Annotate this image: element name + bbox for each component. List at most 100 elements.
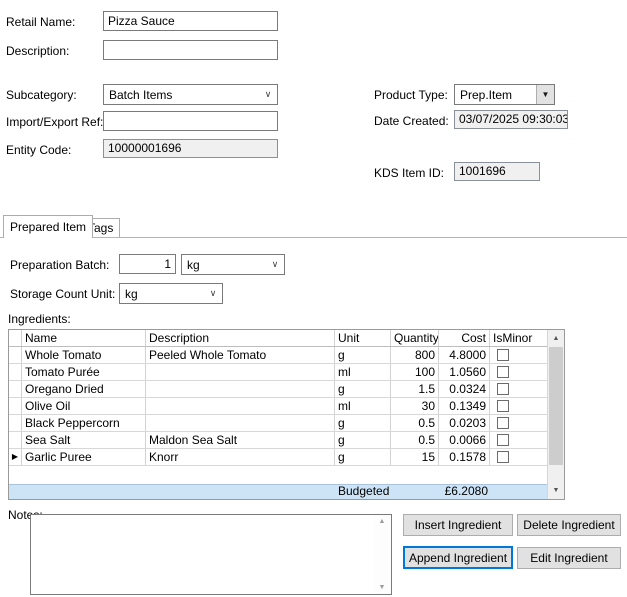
cell-description bbox=[146, 364, 335, 380]
ingredients-rows: Whole TomatoPeeled Whole Tomato g 8004.800… bbox=[9, 347, 547, 466]
entity-code-value: 10000001696 bbox=[103, 139, 278, 158]
row-selector bbox=[9, 364, 22, 380]
cell-cost: 0.0066 bbox=[439, 432, 490, 448]
scroll-up-icon[interactable]: ▲ bbox=[374, 518, 390, 525]
kds-item-id-value: 1001696 bbox=[454, 162, 540, 181]
subcategory-select[interactable]: Batch Items ∨ bbox=[103, 84, 278, 105]
dropdown-arrow-icon: ▼ bbox=[536, 85, 554, 104]
column-header-quantity[interactable]: Quantity bbox=[391, 330, 439, 346]
chevron-down-icon: ∨ bbox=[204, 288, 222, 299]
cell-unit: g bbox=[335, 415, 391, 431]
storage-count-unit-value: kg bbox=[120, 287, 204, 301]
cell-name: Garlic Puree bbox=[22, 449, 146, 465]
column-header-name[interactable]: Name bbox=[22, 330, 146, 346]
cell-cost: 0.1349 bbox=[439, 398, 490, 414]
budgeted-row: Budgeted £6.2080 bbox=[9, 484, 549, 499]
product-type-select[interactable]: Prep.Item ▼ bbox=[454, 84, 555, 105]
cell-cost: 4.8000 bbox=[439, 347, 490, 363]
budgeted-label: Budgeted bbox=[335, 485, 439, 499]
notes-scrollbar[interactable]: ▲ ▼ bbox=[374, 515, 391, 594]
isminor-checkbox[interactable] bbox=[497, 349, 509, 361]
cell-isminor bbox=[490, 432, 547, 448]
budgeted-total: £6.2080 bbox=[439, 485, 490, 499]
table-row[interactable]: Oregano Driedg1.50.0324 bbox=[9, 381, 547, 398]
date-created-value: 03/07/2025 09:30:03 bbox=[454, 110, 568, 129]
cell-isminor bbox=[490, 364, 547, 380]
entity-code-label: Entity Code: bbox=[6, 143, 71, 157]
tab-strip-divider bbox=[0, 237, 627, 238]
isminor-checkbox[interactable] bbox=[497, 400, 509, 412]
preparation-batch-input[interactable] bbox=[119, 254, 176, 274]
row-selector bbox=[9, 381, 22, 397]
table-row[interactable]: Tomato Puréeml1001.0560 bbox=[9, 364, 547, 381]
row-selector: ▶ bbox=[9, 449, 22, 465]
cell-description: Peeled Whole Tomato bbox=[146, 347, 335, 363]
cell-unit: ml bbox=[335, 398, 391, 414]
cell-isminor bbox=[490, 415, 547, 431]
ingredients-scrollbar[interactable]: ▲ ▼ bbox=[547, 330, 564, 499]
cell-description bbox=[146, 398, 335, 414]
column-header-description[interactable]: Description bbox=[146, 330, 335, 346]
notes-box: ▲ ▼ bbox=[30, 514, 392, 595]
cell-name: Sea Salt bbox=[22, 432, 146, 448]
cell-description bbox=[146, 415, 335, 431]
description-input[interactable] bbox=[103, 40, 278, 60]
delete-ingredient-button[interactable]: Delete Ingredient bbox=[517, 514, 621, 536]
insert-ingredient-button[interactable]: Insert Ingredient bbox=[403, 514, 513, 536]
isminor-checkbox[interactable] bbox=[497, 366, 509, 378]
cell-description: Maldon Sea Salt bbox=[146, 432, 335, 448]
preparation-batch-unit-select[interactable]: kg ∨ bbox=[181, 254, 285, 275]
preparation-batch-unit-value: kg bbox=[182, 258, 266, 272]
notes-textarea[interactable] bbox=[31, 515, 375, 594]
row-selector bbox=[9, 432, 22, 448]
chevron-down-icon: ∨ bbox=[266, 259, 284, 270]
scroll-down-icon[interactable]: ▼ bbox=[548, 482, 564, 499]
column-header-unit[interactable]: Unit bbox=[335, 330, 391, 346]
tab-prepared-item[interactable]: Prepared Item bbox=[3, 215, 93, 238]
append-ingredient-button[interactable]: Append Ingredient bbox=[403, 546, 513, 569]
storage-count-unit-label: Storage Count Unit: bbox=[10, 287, 115, 301]
description-label: Description: bbox=[6, 44, 69, 58]
product-type-label: Product Type: bbox=[374, 88, 448, 102]
storage-count-unit-select[interactable]: kg ∨ bbox=[119, 283, 223, 304]
cell-quantity: 800 bbox=[391, 347, 439, 363]
cell-isminor bbox=[490, 398, 547, 414]
cell-name: Olive Oil bbox=[22, 398, 146, 414]
chevron-down-icon: ∨ bbox=[259, 89, 277, 100]
cell-quantity: 0.5 bbox=[391, 432, 439, 448]
table-row[interactable]: Sea SaltMaldon Sea Saltg0.50.0066 bbox=[9, 432, 547, 449]
cell-description: Knorr bbox=[146, 449, 335, 465]
row-selector bbox=[9, 347, 22, 363]
table-row[interactable]: Black Peppercorng0.50.0203 bbox=[9, 415, 547, 432]
scroll-down-icon[interactable]: ▼ bbox=[374, 584, 390, 591]
scroll-up-icon[interactable]: ▲ bbox=[548, 330, 564, 347]
column-header-isminor[interactable]: IsMinor bbox=[490, 330, 547, 346]
subcategory-label: Subcategory: bbox=[6, 88, 77, 102]
cell-cost: 1.0560 bbox=[439, 364, 490, 380]
retail-name-input[interactable] bbox=[103, 11, 278, 31]
cell-cost: 0.1578 bbox=[439, 449, 490, 465]
table-row[interactable]: Whole TomatoPeeled Whole Tomatog8004.800… bbox=[9, 347, 547, 364]
isminor-checkbox[interactable] bbox=[497, 417, 509, 429]
scrollbar-thumb[interactable] bbox=[549, 347, 563, 465]
edit-ingredient-button[interactable]: Edit Ingredient bbox=[517, 547, 621, 569]
cell-quantity: 1.5 bbox=[391, 381, 439, 397]
ingredients-table: Name Description Unit Quantity Cost IsMi… bbox=[8, 329, 565, 500]
column-header-cost[interactable]: Cost bbox=[439, 330, 490, 346]
isminor-checkbox[interactable] bbox=[497, 383, 509, 395]
cell-quantity: 30 bbox=[391, 398, 439, 414]
product-type-value: Prep.Item bbox=[455, 88, 536, 102]
table-row[interactable]: ▶Garlic PureeKnorrg150.1578 bbox=[9, 449, 547, 466]
isminor-checkbox[interactable] bbox=[497, 451, 509, 463]
budgeted-spacer bbox=[9, 485, 335, 499]
kds-item-id-label: KDS Item ID: bbox=[374, 166, 444, 180]
cell-name: Whole Tomato bbox=[22, 347, 146, 363]
table-row[interactable]: Olive Oil ml300.1349 bbox=[9, 398, 547, 415]
cell-unit: g bbox=[335, 432, 391, 448]
preparation-batch-label: Preparation Batch: bbox=[10, 258, 109, 272]
cell-quantity: 0.5 bbox=[391, 415, 439, 431]
date-created-label: Date Created: bbox=[374, 114, 449, 128]
cell-quantity: 15 bbox=[391, 449, 439, 465]
import-export-ref-input[interactable] bbox=[103, 111, 278, 131]
isminor-checkbox[interactable] bbox=[497, 434, 509, 446]
